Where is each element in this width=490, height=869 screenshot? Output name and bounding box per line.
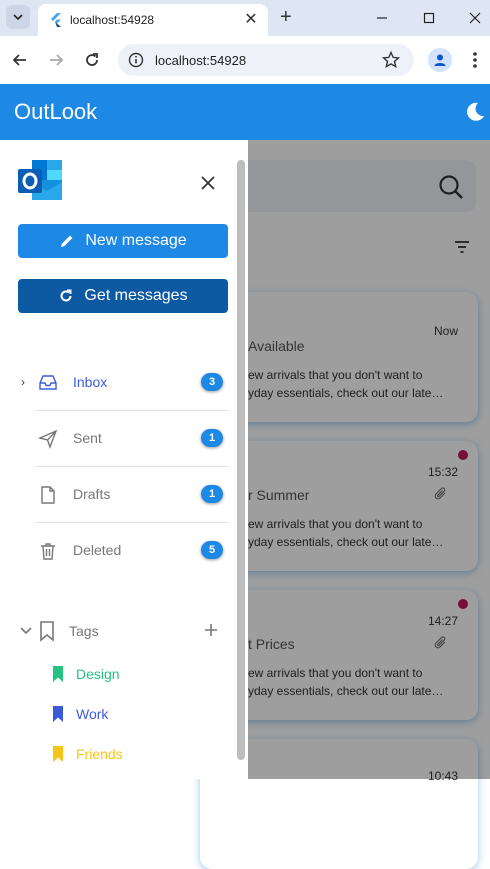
folder-label: Sent (73, 430, 102, 446)
add-tag-icon[interactable] (204, 623, 218, 637)
unread-count-badge: 1 (201, 429, 223, 447)
bookmark-filled-icon (53, 706, 63, 722)
app-bar: OutLook (0, 84, 490, 140)
folder-drafts[interactable]: Drafts 1 (18, 467, 228, 523)
tag-item-friends[interactable]: Friends (50, 742, 230, 766)
draft-file-icon (41, 486, 55, 504)
browser-tab-strip: localhost:54928 ✕ + (0, 0, 490, 36)
close-window-icon[interactable] (463, 6, 487, 30)
bookmark-icon (40, 621, 54, 642)
browser-menu-icon[interactable] (470, 50, 480, 70)
tab-close-icon[interactable]: ✕ (242, 10, 260, 28)
folder-deleted[interactable]: Deleted 5 (18, 523, 228, 579)
tags-section-header[interactable]: Tags (18, 618, 230, 644)
bookmark-star-icon[interactable] (382, 51, 400, 69)
bookmark-filled-icon (53, 746, 63, 762)
refresh-icon (60, 289, 72, 302)
tab-search-button[interactable] (6, 5, 30, 29)
pencil-icon (61, 235, 73, 247)
trash-icon (41, 543, 55, 560)
tag-label: Friends (76, 746, 123, 762)
tag-label: Work (76, 706, 109, 722)
address-bar[interactable]: localhost:54928 (118, 44, 414, 76)
get-messages-label: Get messages (84, 287, 188, 304)
url-text[interactable]: localhost:54928 (155, 53, 246, 68)
folder-label: Drafts (73, 486, 111, 502)
chevron-right-icon[interactable]: › (21, 375, 25, 389)
app-title: OutLook (14, 99, 98, 124)
unread-count-badge: 3 (201, 373, 223, 391)
tag-label: Design (76, 666, 120, 682)
dark-mode-toggle-icon[interactable] (464, 101, 486, 123)
folder-label: Inbox (73, 374, 108, 390)
browser-toolbar: localhost:54928 (0, 36, 490, 84)
chevron-down-icon (13, 14, 23, 21)
unread-count-badge: 5 (201, 541, 223, 559)
minimize-icon[interactable] (370, 6, 394, 30)
profile-icon[interactable] (428, 48, 452, 72)
maximize-icon[interactable] (417, 6, 441, 30)
info-icon[interactable] (128, 52, 144, 68)
folder-inbox[interactable]: › Inbox 3 (18, 355, 228, 411)
close-drawer-icon[interactable] (200, 175, 216, 191)
folder-label: Deleted (73, 542, 122, 558)
outlook-logo-icon (18, 160, 62, 200)
folder-sent[interactable]: Sent 1 (18, 411, 228, 467)
inbox-icon (39, 375, 57, 390)
forward-icon[interactable] (44, 48, 68, 72)
unread-count-badge: 1 (201, 485, 223, 503)
bookmark-filled-icon (53, 666, 63, 682)
tag-item-work[interactable]: Work (50, 702, 230, 726)
tags-label: Tags (69, 623, 99, 639)
get-messages-button[interactable]: Get messages (18, 279, 228, 313)
new-tab-icon[interactable]: + (280, 6, 292, 29)
tab-title: localhost:54928 (70, 13, 155, 27)
back-icon[interactable] (8, 48, 32, 72)
chevron-down-icon[interactable] (20, 626, 32, 636)
browser-tab[interactable]: localhost:54928 ✕ (38, 4, 268, 36)
send-icon (38, 429, 58, 449)
new-message-label: New message (85, 232, 187, 249)
drawer-scrollbar[interactable] (237, 160, 245, 760)
flutter-icon (51, 13, 61, 27)
reload-icon[interactable] (80, 48, 104, 72)
tag-item-design[interactable]: Design (50, 662, 230, 686)
new-message-button[interactable]: New message (18, 224, 228, 258)
